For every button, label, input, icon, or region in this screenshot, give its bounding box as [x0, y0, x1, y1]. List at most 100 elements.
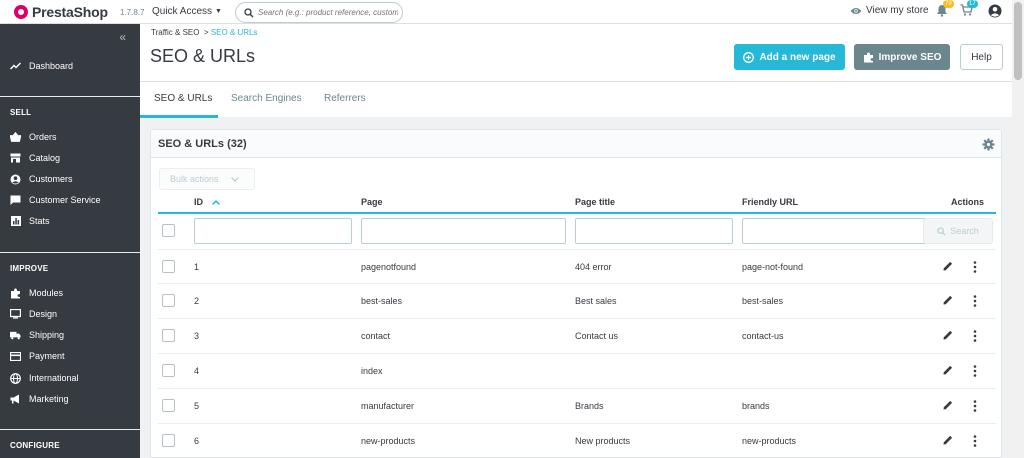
- cell-friendly-url: contact-us: [742, 331, 784, 341]
- sidebar-item-label: Stats: [29, 216, 50, 226]
- cell-friendly-url: brands: [742, 401, 770, 411]
- header-search[interactable]: [235, 2, 403, 23]
- bulk-actions-label: Bulk actions: [170, 174, 219, 184]
- search-icon: [244, 7, 254, 17]
- sidebar-item-marketing[interactable]: Marketing: [10, 392, 69, 406]
- account-button[interactable]: [988, 4, 1002, 18]
- improve-seo-button[interactable]: Improve SEO: [854, 44, 950, 70]
- sidebar-item-catalog[interactable]: Catalog: [10, 151, 60, 165]
- edit-icon[interactable]: [943, 435, 953, 445]
- gear-icon[interactable]: [982, 138, 995, 151]
- scrollbar-thumb[interactable]: [1014, 2, 1022, 80]
- cell-id: 3: [194, 331, 200, 341]
- orders-notification-button[interactable]: 17: [960, 0, 978, 18]
- sidebar-item-label: Payment: [29, 351, 65, 361]
- cell-page-title: Brands: [575, 401, 604, 411]
- sidebar-item-customers[interactable]: Customers: [10, 172, 73, 186]
- more-options-icon[interactable]: [973, 400, 977, 412]
- breadcrumb-current[interactable]: SEO & URLs: [211, 28, 258, 37]
- quick-access-label: Quick Access: [152, 6, 213, 17]
- sidebar-item-international[interactable]: International: [10, 371, 79, 385]
- edit-icon[interactable]: [943, 330, 953, 340]
- filter-friendly-url-input[interactable]: [742, 218, 929, 244]
- sidebar-item-label: Design: [29, 309, 58, 319]
- select-all-checkbox[interactable]: [162, 224, 175, 237]
- sidebar-divider: [0, 96, 140, 97]
- help-button[interactable]: Help: [960, 44, 1003, 70]
- row-divider: [158, 423, 996, 424]
- chevron-down-icon: [230, 176, 239, 182]
- cell-page: manufacturer: [361, 401, 415, 411]
- sort-asc-icon[interactable]: [211, 200, 220, 205]
- column-header-page-title[interactable]: Page title: [575, 197, 615, 207]
- row-checkbox[interactable]: [162, 329, 175, 342]
- collapse-sidebar-icon[interactable]: «: [119, 30, 126, 44]
- sidebar: « Dashboard SELL Orders Catalog Customer…: [0, 24, 140, 458]
- more-options-icon[interactable]: [973, 261, 977, 273]
- edit-icon[interactable]: [943, 261, 953, 271]
- bulk-actions-dropdown[interactable]: Bulk actions: [159, 168, 255, 190]
- tab-search-engines[interactable]: Search Engines: [231, 93, 302, 104]
- more-options-icon[interactable]: [973, 435, 977, 447]
- monitor-icon: [10, 309, 21, 320]
- cell-page: pagenotfound: [361, 262, 417, 272]
- sidebar-item-label: International: [29, 373, 79, 383]
- cell-page-title: Contact us: [575, 331, 619, 341]
- sidebar-item-customer-service[interactable]: Customer Service: [10, 193, 101, 207]
- add-new-page-button[interactable]: Add a new page: [734, 44, 845, 70]
- filter-page-title-input[interactable]: [575, 218, 733, 244]
- search-input[interactable]: [258, 8, 398, 17]
- row-checkbox[interactable]: [162, 260, 175, 273]
- puzzle-icon: [863, 52, 873, 62]
- cell-friendly-url: page-not-found: [742, 262, 804, 272]
- sidebar-item-stats[interactable]: Stats: [10, 214, 50, 228]
- row-checkbox[interactable]: [162, 434, 175, 447]
- tab-referrers[interactable]: Referrers: [324, 93, 366, 104]
- view-my-store-link[interactable]: View my store: [850, 5, 929, 16]
- notifications-button[interactable]: 79: [936, 0, 954, 18]
- sidebar-item-modules[interactable]: Modules: [10, 286, 63, 300]
- edit-icon[interactable]: [943, 365, 953, 375]
- row-checkbox[interactable]: [162, 294, 175, 307]
- improve-seo-label: Improve SEO: [878, 51, 942, 63]
- sidebar-item-dashboard[interactable]: Dashboard: [10, 59, 73, 73]
- cell-page: index: [361, 366, 383, 376]
- breadcrumb-separator: >: [203, 28, 209, 37]
- puffin-logo-icon: [14, 5, 28, 19]
- prestashop-logo[interactable]: PrestaShop: [14, 4, 108, 20]
- view-store-label: View my store: [866, 5, 929, 16]
- card-header: SEO & URLs (32): [151, 130, 1001, 158]
- basket-icon: [10, 132, 21, 143]
- sidebar-item-payment[interactable]: Payment: [10, 349, 65, 363]
- sidebar-item-label: Customer Service: [29, 195, 101, 205]
- orders-badge: 17: [967, 0, 978, 8]
- sidebar-item-shipping[interactable]: Shipping: [10, 328, 64, 342]
- row-divider: [158, 283, 996, 284]
- more-options-icon[interactable]: [973, 365, 977, 377]
- more-options-icon[interactable]: [973, 295, 977, 307]
- column-header-friendly-url[interactable]: Friendly URL: [742, 197, 798, 207]
- sidebar-item-orders[interactable]: Orders: [10, 130, 57, 144]
- tab-seo-urls[interactable]: SEO & URLs: [154, 93, 212, 104]
- seo-urls-card: SEO & URLs (32) Bulk actions ID Page Pag…: [150, 129, 1002, 458]
- brand-name: PrestaShop: [32, 4, 108, 20]
- active-tab-indicator: [140, 115, 218, 118]
- edit-icon[interactable]: [943, 295, 953, 305]
- filter-id-input[interactable]: [194, 218, 352, 244]
- edit-icon[interactable]: [943, 400, 953, 410]
- filter-search-button[interactable]: Search: [923, 218, 993, 244]
- quick-access-menu[interactable]: Quick Access ▼: [152, 6, 222, 17]
- column-header-page[interactable]: Page: [361, 197, 383, 207]
- row-checkbox[interactable]: [162, 399, 175, 412]
- breadcrumb-parent[interactable]: Traffic & SEO: [151, 28, 199, 37]
- sidebar-item-design[interactable]: Design: [10, 307, 57, 321]
- account-circle-icon: [10, 174, 21, 185]
- more-options-icon[interactable]: [973, 330, 977, 342]
- row-checkbox[interactable]: [162, 364, 175, 377]
- filter-page-input[interactable]: [361, 218, 566, 244]
- page-scrollbar[interactable]: [1012, 0, 1024, 458]
- sidebar-item-label: Dashboard: [29, 61, 74, 71]
- column-header-id[interactable]: ID: [194, 197, 220, 207]
- trending-up-icon: [10, 61, 21, 72]
- sidebar-section-configure: CONFIGURE: [10, 441, 60, 450]
